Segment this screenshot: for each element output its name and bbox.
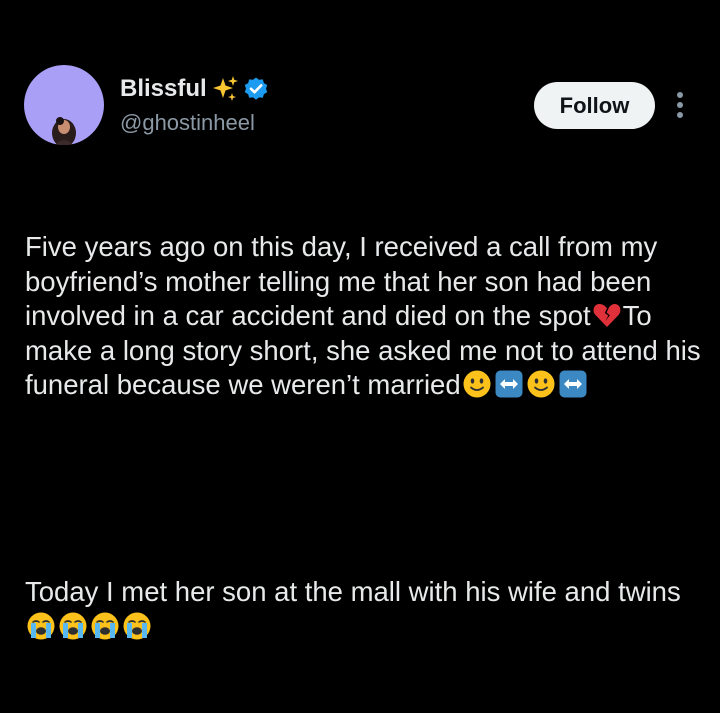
verified-badge-icon[interactable]: [243, 76, 269, 102]
loudly-crying-face-icon: [59, 612, 87, 639]
display-name[interactable]: Blissful: [120, 75, 207, 103]
slightly-smiling-face-icon: [463, 370, 491, 398]
author-handle[interactable]: @ghostinheel: [120, 110, 255, 136]
author-name-row: Blissful: [120, 72, 269, 106]
loudly-crying-face-icon: [123, 612, 151, 639]
tweet-card: Blissful @ghostinheel Follow Five years …: [0, 0, 720, 639]
broken-heart-icon: [593, 303, 621, 327]
tweet-text: Five years ago on this day, I received a…: [25, 161, 709, 713]
slightly-smiling-face-icon: [527, 370, 555, 398]
more-vertical-icon[interactable]: [672, 90, 688, 122]
left-right-arrow-icon: [495, 370, 523, 398]
loudly-crying-face-icon: [91, 612, 119, 639]
left-right-arrow-icon: [559, 370, 587, 398]
avatar[interactable]: [24, 65, 104, 145]
tweet-text-segment: Five years ago on this day, I received a…: [25, 231, 665, 331]
tweet-paragraph-2: Today I met her son at the mall with his…: [25, 575, 709, 644]
follow-button[interactable]: Follow: [534, 82, 655, 129]
avatar-portrait-icon: [52, 117, 76, 145]
loudly-crying-face-icon: [27, 612, 55, 639]
tweet-paragraph-1: Five years ago on this day, I received a…: [25, 230, 709, 403]
sparkles-icon: [212, 76, 238, 101]
tweet-text-segment: Today I met her son at the mall with his…: [25, 576, 681, 607]
